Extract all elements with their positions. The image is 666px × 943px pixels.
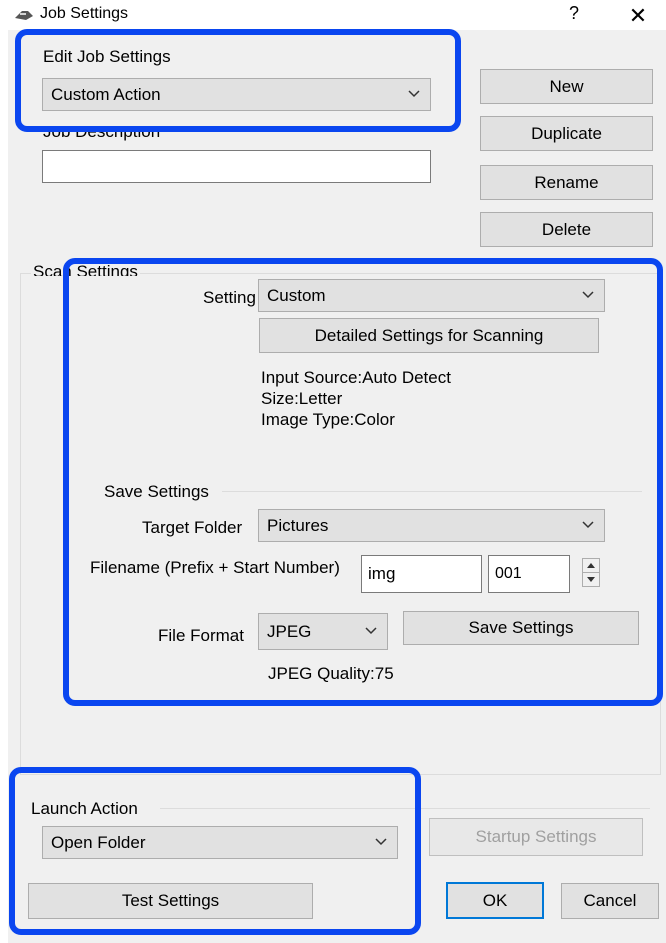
app-icon: [15, 11, 33, 20]
window-title: Job Settings: [40, 5, 129, 22]
highlight-launch-action: [9, 767, 421, 935]
new-button[interactable]: New: [480, 69, 653, 104]
cancel-button[interactable]: Cancel: [561, 883, 659, 919]
job-description-input[interactable]: [42, 150, 431, 183]
ok-button[interactable]: OK: [446, 882, 544, 919]
highlight-scan-settings: [63, 258, 663, 706]
help-button[interactable]: ?: [562, 3, 586, 27]
title-bar: Job Settings ? ✕: [0, 0, 666, 30]
rename-button[interactable]: Rename: [480, 165, 653, 200]
duplicate-button[interactable]: Duplicate: [480, 116, 653, 151]
delete-button[interactable]: Delete: [480, 212, 653, 247]
highlight-edit-job: [15, 29, 461, 132]
startup-settings-button[interactable]: Startup Settings: [429, 818, 643, 856]
close-icon[interactable]: ✕: [625, 3, 651, 29]
